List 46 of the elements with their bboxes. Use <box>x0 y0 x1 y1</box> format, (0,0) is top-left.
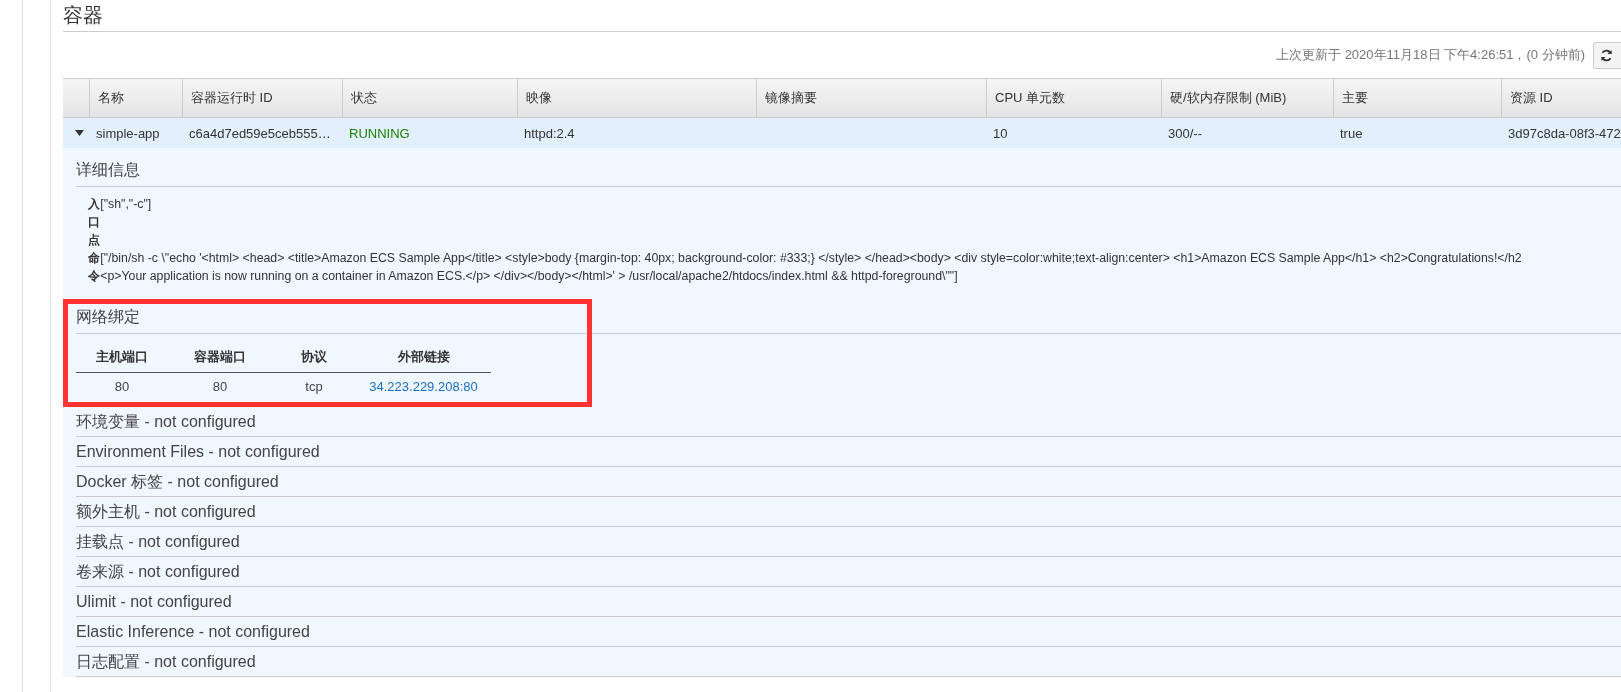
refresh-icon <box>1600 48 1613 62</box>
table-cell: 80 <box>212 379 228 394</box>
column-header[interactable]: 容器运行时 ID <box>182 79 342 117</box>
column-header: 外部链接 <box>397 349 450 364</box>
field-value: ["sh","-c"] <box>100 196 152 213</box>
column-header[interactable]: 状态 <box>342 79 517 117</box>
column-header[interactable]: CPU 单元数 <box>986 79 1161 117</box>
collapsed-section-heading[interactable]: Ulimit - not configured <box>76 593 232 610</box>
table-cell: 300/-- <box>1168 125 1202 141</box>
table-cell: 10 <box>993 125 1008 141</box>
collapsed-section-heading[interactable]: 日志配置 - not configured <box>76 653 256 670</box>
column-header: 主机端口 <box>96 349 148 364</box>
external-link[interactable]: 34.223.229.208:80 <box>369 379 478 394</box>
column-header: 协议 <box>301 349 327 364</box>
table-cell: c6a4d7ed59e5ceb555… <box>189 125 331 141</box>
section-heading: 详细信息 <box>76 148 1621 187</box>
field-label: 入口点 <box>88 196 100 249</box>
column-header[interactable]: 镜像摘要 <box>756 79 986 117</box>
field-value: <p>Your application is now running on a container in Amazon ECS.</p> </div></body></html>' > /usr/local/apache2/htdocs/index.html && httpd-foreground\""] <box>100 268 959 285</box>
field-label: 命令 <box>88 250 100 285</box>
field-value: ["/bin/sh -c \"echo '<html> <head> <title>Amazon ECS Sample App</title> <style>body {margin-top: 40px; background-color: #333;} </style> </head><body> <div style=color:white;text-align:center> <h1>Amazon ECS Sample App</h1> <h2>Congratulations!</h2 <box>100 250 1522 267</box>
table-cell: 3d97c8da-08f3-472 <box>1508 125 1621 141</box>
collapsed-section-heading[interactable]: 挂载点 - not configured <box>76 533 240 550</box>
table-cell: true <box>1340 125 1363 141</box>
collapsed-section-heading[interactable]: Elastic Inference - not configured <box>76 623 310 640</box>
refresh-button[interactable] <box>1593 41 1621 69</box>
column-header: 容器端口 <box>194 349 246 364</box>
collapsed-section-heading[interactable]: 额外主机 - not configured <box>76 503 256 520</box>
table-cell: tcp <box>305 379 323 394</box>
last-updated-text: 上次更新于 2020年11月18日 下午4:26:51，(0 分钟前) <box>1276 46 1585 64</box>
table-cell: RUNNING <box>349 125 410 141</box>
collapsed-section-heading[interactable]: 环境变量 - not configured <box>76 413 256 430</box>
table-cell: simple-app <box>96 125 160 141</box>
collapsed-section-heading[interactable]: Environment Files - not configured <box>76 443 320 460</box>
column-header[interactable]: 名称 <box>89 79 182 117</box>
table-cell: httpd:2.4 <box>524 125 575 141</box>
table-cell: 80 <box>114 379 130 394</box>
expand-caret-icon[interactable] <box>75 130 84 136</box>
column-header[interactable]: 硬/软内存限制 (MiB) <box>1161 79 1333 117</box>
section-heading: 网络绑定 <box>76 295 1621 334</box>
collapsed-section-heading[interactable]: Docker 标签 - not configured <box>76 473 279 490</box>
column-header[interactable]: 映像 <box>517 79 756 117</box>
column-header[interactable]: 资源 ID <box>1501 79 1621 117</box>
column-header[interactable]: 主要 <box>1333 79 1501 117</box>
collapsed-section-heading[interactable]: 卷来源 - not configured <box>76 563 240 580</box>
page-title: 容器 <box>63 0 1621 32</box>
